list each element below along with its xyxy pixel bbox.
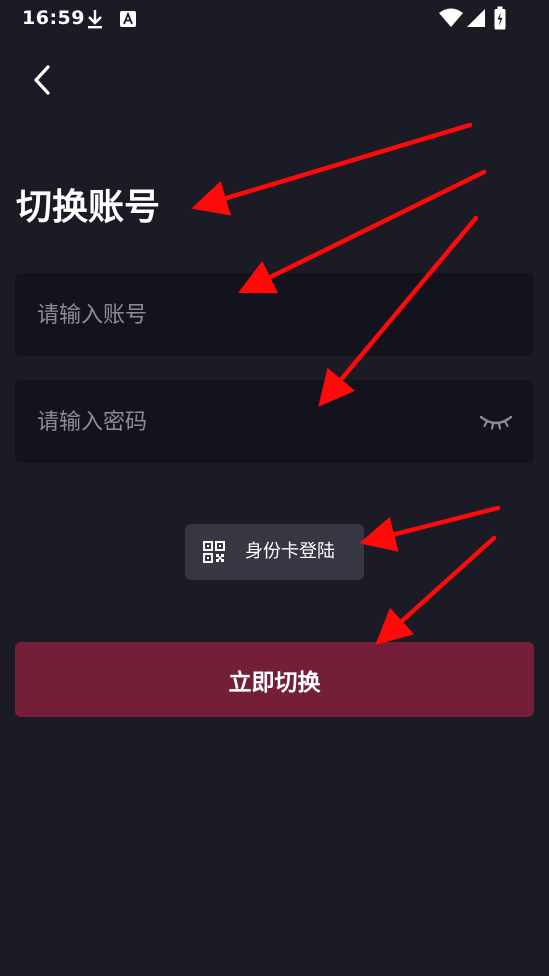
id-card-login-label: 身份卡登陆	[245, 541, 335, 562]
keyboard-a-icon	[120, 11, 136, 27]
cellular-signal-icon	[467, 9, 485, 27]
status-bar: 16:59	[0, 0, 549, 38]
download-icon	[88, 10, 102, 29]
password-input[interactable]	[35, 380, 479, 465]
qr-code-icon	[203, 541, 225, 563]
password-field[interactable]	[15, 380, 534, 465]
password-visibility-toggle[interactable]	[478, 408, 514, 434]
id-card-login-button[interactable]: 身份卡登陆	[185, 524, 364, 580]
annotation-arrow	[359, 505, 501, 552]
chevron-left-icon	[34, 65, 50, 95]
switch-now-button[interactable]: 立即切换	[15, 642, 534, 717]
annotation-arrow	[191, 122, 473, 216]
account-input[interactable]	[35, 273, 479, 358]
annotation-arrow	[375, 535, 497, 646]
wifi-icon	[439, 8, 463, 27]
battery-charging-icon	[494, 6, 506, 30]
back-button[interactable]	[24, 58, 64, 102]
annotation-arrows	[191, 122, 501, 646]
eye-closed-icon	[479, 415, 513, 430]
annotation-arrow	[237, 169, 487, 294]
account-field[interactable]	[15, 273, 534, 358]
status-time: 16:59	[22, 7, 85, 29]
page-title: 切换账号	[16, 187, 161, 228]
